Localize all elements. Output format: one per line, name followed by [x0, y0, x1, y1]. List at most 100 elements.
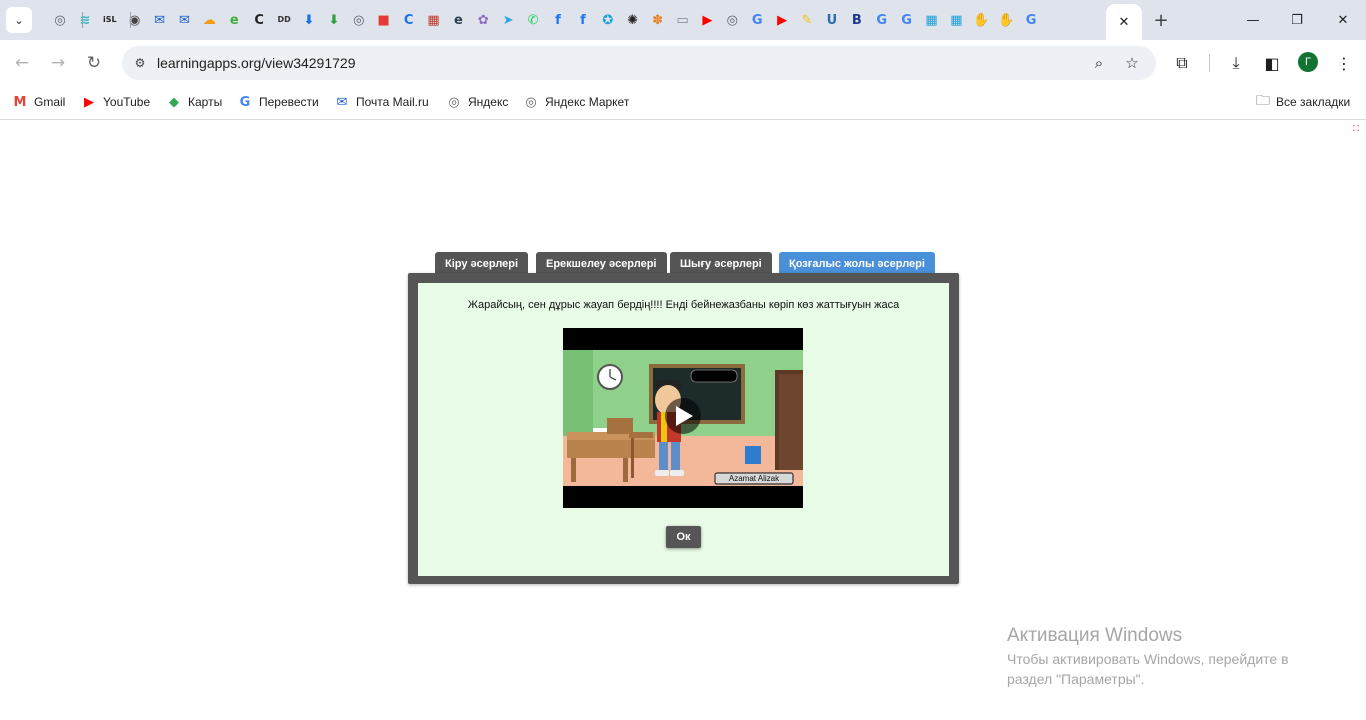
windows-activation-watermark: Активация Windows Чтобы активировать Win…: [1007, 625, 1327, 689]
dd-icon: DD: [277, 15, 291, 24]
hand-icon: ✋: [973, 12, 990, 28]
video-caption: Azamat Alizak: [728, 474, 780, 483]
pinned-tab[interactable]: ⬇: [324, 8, 344, 32]
tab-exit-effects[interactable]: Шығу әсерлері: [670, 252, 772, 275]
bookmark-item[interactable]: ◎ Яндекс Маркет: [523, 92, 629, 112]
pinned-tab[interactable]: ▦: [424, 8, 444, 32]
pinned-tab[interactable]: ✽: [648, 8, 668, 32]
address-bar[interactable]: ⚙ learningapps.org/view34291729 ⌕ ☆: [122, 46, 1156, 80]
globe-icon: ◎: [726, 12, 738, 28]
all-bookmarks[interactable]: 🗀 Все закладки: [1256, 92, 1350, 112]
side-panel-icon[interactable]: ◧: [1260, 51, 1284, 75]
maximize-button[interactable]: ❐: [1282, 6, 1312, 34]
tab-search-chevron-icon[interactable]: ⌄: [6, 7, 32, 33]
menu-icon[interactable]: ⋮: [1332, 51, 1356, 75]
pinned-tab[interactable]: ■: [374, 8, 394, 32]
pinned-tab[interactable]: ▶: [697, 8, 717, 32]
back-arrow-icon[interactable]: ←: [8, 49, 36, 77]
tab-entrance-effects[interactable]: Кіру әсерлері: [435, 252, 529, 275]
bookmark-item[interactable]: ◆ Карты: [166, 92, 222, 112]
colorful-icon: ✽: [652, 12, 664, 28]
pinned-tab[interactable]: C: [399, 8, 419, 32]
pinned-tab[interactable]: ◉: [125, 8, 145, 32]
new-tab-button[interactable]: +: [1150, 9, 1172, 31]
isl-icon: iSL: [102, 15, 117, 24]
google-icon: G: [876, 12, 888, 28]
pinned-tab[interactable]: ▦: [922, 8, 942, 32]
puzzle-icon: ✿: [477, 12, 489, 28]
pinned-tab[interactable]: iSL: [100, 8, 120, 32]
bookmark-label: YouTube: [103, 95, 151, 109]
pinned-tab[interactable]: G: [897, 8, 917, 32]
google-icon: G: [1025, 12, 1037, 28]
forward-arrow-icon[interactable]: →: [44, 49, 72, 77]
pinned-tab[interactable]: ✋: [971, 8, 991, 32]
pinned-tab[interactable]: C: [249, 8, 269, 32]
pinned-tab[interactable]: e: [448, 8, 468, 32]
pinned-tab[interactable]: ◎: [50, 8, 70, 32]
google-icon: G: [751, 12, 763, 28]
pinned-tab[interactable]: B: [847, 8, 867, 32]
bookmark-label: Gmail: [34, 95, 66, 109]
pinned-tab[interactable]: ▶: [772, 8, 792, 32]
pinned-tab[interactable]: e: [224, 8, 244, 32]
bookmark-label: Яндекс: [468, 95, 509, 109]
qr-icon: ▦: [427, 12, 440, 28]
pinned-tab[interactable]: DD: [274, 8, 294, 32]
pinned-tab[interactable]: ✺: [623, 8, 643, 32]
play-icon[interactable]: [665, 398, 701, 434]
extensions-icon[interactable]: ⧉: [1170, 51, 1194, 75]
tab-motion-path-effects[interactable]: Қозғалыс жолы әсерлері: [779, 252, 935, 275]
zoom-icon[interactable]: ⌕: [1088, 52, 1110, 74]
fullscreen-icon[interactable]: ⛶: [1353, 124, 1364, 133]
ok-button[interactable]: Ок: [666, 526, 701, 548]
pinned-tab[interactable]: G: [872, 8, 892, 32]
pinned-tab[interactable]: ◎: [722, 8, 742, 32]
pinned-tab[interactable]: ≋: [75, 8, 95, 32]
windsurf-icon: ≋: [79, 12, 91, 28]
task-frame: Жарайсың, сен дұрыс жауап бердің!!!! Енд…: [408, 273, 959, 584]
pinned-tab[interactable]: ◎: [349, 8, 369, 32]
active-tab[interactable]: ✕: [1106, 4, 1142, 40]
pinned-tab[interactable]: ➤: [498, 8, 518, 32]
close-window-button[interactable]: ✕: [1328, 6, 1358, 34]
pinned-tab[interactable]: f: [548, 8, 568, 32]
b-icon: B: [851, 12, 862, 28]
pinned-tab[interactable]: ✉: [175, 8, 195, 32]
minimize-button[interactable]: —: [1238, 6, 1268, 34]
pinned-tab[interactable]: G: [747, 8, 767, 32]
pinned-tab[interactable]: f: [573, 8, 593, 32]
bookmark-item[interactable]: ▶ YouTube: [81, 92, 150, 112]
pinned-tab[interactable]: ⬇: [299, 8, 319, 32]
url-text[interactable]: learningapps.org/view34291729: [157, 55, 355, 71]
pinned-tab[interactable]: ▭: [673, 8, 693, 32]
downloads-icon[interactable]: ⤓: [1224, 51, 1248, 75]
bookmark-item[interactable]: ◎ Яндекс: [446, 92, 508, 112]
reload-icon[interactable]: ↻: [80, 49, 108, 77]
pinned-tab[interactable]: ✆: [523, 8, 543, 32]
bookmark-star-icon[interactable]: ☆: [1121, 52, 1143, 74]
google-icon: G: [901, 12, 912, 28]
pinned-tab[interactable]: ✿: [473, 8, 493, 32]
pinned-tab[interactable]: ▦: [946, 8, 966, 32]
site-settings-icon[interactable]: ⚙: [130, 53, 150, 73]
bookmark-item[interactable]: M Gmail: [12, 92, 66, 112]
bookmark-item[interactable]: ✉ Почта Mail.ru: [334, 92, 429, 112]
bookmark-item[interactable]: G Перевести: [237, 92, 319, 112]
youtube-icon: ▶: [777, 12, 788, 28]
pinned-tab[interactable]: ✋: [996, 8, 1016, 32]
openai-icon: ✺: [627, 12, 639, 28]
profile-avatar[interactable]: Г: [1298, 52, 1318, 72]
bookmarks-bar: M Gmail ▶ YouTube ◆ Карты G Перевести ✉ Почта Mai…: [0, 86, 1366, 120]
pinned-tab[interactable]: G: [1021, 8, 1041, 32]
pinned-tab[interactable]: ✉: [150, 8, 170, 32]
pinned-tab[interactable]: ☁: [199, 8, 219, 32]
pinned-tab[interactable]: ✎: [797, 8, 817, 32]
translate-icon: G: [239, 94, 251, 110]
video-player[interactable]: Azamat Alizak: [563, 328, 803, 508]
watermark-title: Активация Windows: [1007, 625, 1183, 646]
close-tab-icon[interactable]: ✕: [1119, 15, 1130, 30]
tab-emphasis-effects[interactable]: Ерекшелеу әсерлері: [536, 252, 667, 275]
pinned-tab[interactable]: U: [822, 8, 842, 32]
pinned-tab[interactable]: ✪: [598, 8, 618, 32]
